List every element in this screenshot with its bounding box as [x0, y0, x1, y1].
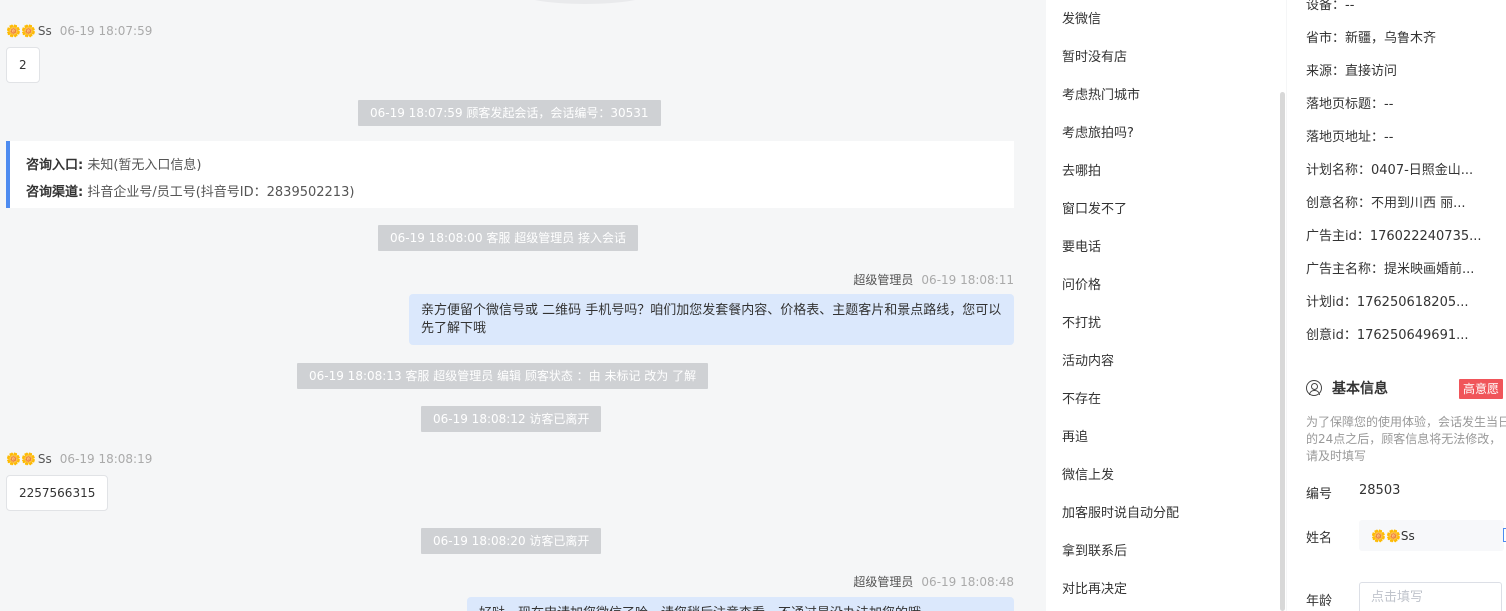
quick-reply-item[interactable]: 发微信: [1062, 10, 1101, 30]
agent-name: 超级管理员: [853, 273, 914, 287]
agent-name: 超级管理员: [853, 575, 914, 589]
quick-reply-item[interactable]: 不存在: [1062, 390, 1101, 410]
scrollbar-thumb[interactable]: [1280, 92, 1285, 611]
detail-source: 来源：直接访问: [1306, 64, 1398, 79]
basic-info-title: 基本信息: [1306, 378, 1388, 398]
quick-reply-item[interactable]: 不打扰: [1062, 314, 1101, 334]
consult-source-card: 咨询入口: 未知(暂无入口信息) 咨询渠道: 抖音企业号/员工号(抖音号ID：2…: [6, 141, 1014, 208]
quick-reply-item[interactable]: 对比再决定: [1062, 580, 1127, 600]
quick-reply-item[interactable]: 去哪拍: [1062, 162, 1101, 182]
message-time: 06-19 18:08:19: [59, 452, 153, 466]
quick-reply-panel: 发微信 暂时没有店 考虑热门城市 考虑旅拍吗? 去哪拍 窗口发不了 要电话 问价…: [1046, 0, 1286, 611]
quick-reply-item[interactable]: 微信上发: [1062, 466, 1114, 486]
channel-value: 抖音企业号/员工号(抖音号ID：2839502213): [87, 185, 355, 200]
system-message: 06-19 18:08:00 客服 超级管理员 接入会话: [378, 225, 639, 251]
quick-reply-item[interactable]: 加客服时说自动分配: [1062, 504, 1179, 524]
top-shadow: [520, 0, 650, 4]
quick-reply-item[interactable]: 考虑热门城市: [1062, 86, 1140, 106]
detail-creative-id: 创意id：176250649691...: [1306, 328, 1469, 343]
name-field[interactable]: 🌼🌼 Ss: [1359, 520, 1504, 551]
detail-landing-url: 落地页地址：--: [1306, 130, 1394, 145]
visitor-name: Ss: [37, 452, 52, 466]
quick-reply-item[interactable]: 活动内容: [1062, 352, 1114, 372]
system-message: 06-19 18:08:13 客服 超级管理员 编辑 顾客状态 ：由 未标记 改…: [297, 363, 709, 389]
quick-reply-item[interactable]: 问价格: [1062, 276, 1101, 296]
quick-reply-item[interactable]: 窗口发不了: [1062, 200, 1127, 220]
intent-badge[interactable]: 高意愿: [1459, 379, 1504, 399]
name-label: 姓名: [1306, 531, 1333, 546]
quick-reply-item[interactable]: 要电话: [1062, 238, 1101, 258]
avatar-flower-icon: 🌼🌼: [6, 452, 36, 466]
visitor-message: 2257566315: [6, 475, 109, 511]
visitor-name: Ss: [37, 24, 52, 38]
detail-landing-title: 落地页标题：--: [1306, 97, 1394, 112]
detail-region: 省市：新疆，乌鲁木齐: [1306, 31, 1437, 46]
message-time: 06-19 18:07:59: [59, 24, 153, 38]
detail-device: 设备：--: [1306, 0, 1355, 13]
agent-message: 亲方便留个微信号或 二维码 手机号吗？咱们加您发套餐内容、价格表、主题客片和景点…: [409, 294, 1014, 345]
chat-area[interactable]: 🌼🌼 Ss 06-19 18:07:59 2 06-19 18:07:59 顾客…: [0, 0, 1030, 611]
age-label: 年龄: [1306, 594, 1333, 609]
visitor-message: 2: [6, 47, 40, 83]
quick-reply-item[interactable]: 拿到联系后: [1062, 542, 1127, 562]
quick-reply-item[interactable]: 再追: [1062, 428, 1088, 448]
id-label: 编号: [1306, 487, 1333, 502]
id-value: 28503: [1359, 483, 1401, 498]
detail-plan-name: 计划名称：0407-日照金山...: [1306, 163, 1474, 178]
user-circle-icon: [1306, 380, 1322, 396]
detail-advertiser-id: 广告主id：176022240735...: [1306, 229, 1482, 244]
edit-notice: 为了保障您的使用体验，会话发生当日的24点之后，顾客信息将无法修改，请及时填写: [1306, 415, 1506, 463]
agent-header: 超级管理员 06-19 18:08:11: [853, 271, 1014, 288]
age-input[interactable]: 点击填写: [1359, 582, 1502, 611]
agent-message: 好哒，现在申请加您微信了哈，请您稍后注意查看，不通过是没办法加您的哦: [467, 597, 1014, 611]
visitor-header: 🌼🌼 Ss 06-19 18:07:59: [6, 24, 152, 38]
quick-reply-item[interactable]: 暂时没有店: [1062, 48, 1127, 68]
detail-creative-name: 创意名称：不用到川西 丽...: [1306, 196, 1466, 211]
message-time: 06-19 18:08:48: [921, 575, 1014, 589]
basic-info-title-text: 基本信息: [1332, 381, 1388, 397]
entry-label: 咨询入口:: [26, 158, 84, 173]
avatar-flower-icon: 🌼🌼: [6, 24, 36, 38]
detail-advertiser-name: 广告主名称：提米映画婚前...: [1306, 262, 1475, 277]
name-value: Ss: [1400, 528, 1415, 543]
app-root: 🌼🌼 Ss 06-19 18:07:59 2 06-19 18:07:59 顾客…: [0, 0, 1506, 611]
system-message: 06-19 18:08:12 访客已离开: [421, 406, 602, 432]
visitor-message-text: 2257566315: [19, 486, 96, 500]
system-message: 06-19 18:07:59 顾客发起会话，会话编号：30531: [358, 100, 661, 126]
agent-header: 超级管理员 06-19 18:08:48: [853, 573, 1014, 590]
message-time: 06-19 18:08:11: [921, 273, 1014, 287]
detail-plan-id: 计划id：176250618205...: [1306, 295, 1469, 310]
visitor-header: 🌼🌼 Ss 06-19 18:08:19: [6, 452, 152, 466]
channel-label: 咨询渠道:: [26, 185, 84, 200]
quick-reply-item[interactable]: 考虑旅拍吗?: [1062, 124, 1134, 144]
visitor-message-text: 2: [19, 58, 27, 72]
avatar-flower-icon: 🌼🌼: [1371, 528, 1401, 543]
customer-info-panel: 设备：-- 省市：新疆，乌鲁木齐 来源：直接访问 落地页标题：-- 落地页地址：…: [1287, 0, 1506, 611]
system-message: 06-19 18:08:20 访客已离开: [421, 528, 602, 554]
entry-value: 未知(暂无入口信息): [87, 158, 202, 173]
